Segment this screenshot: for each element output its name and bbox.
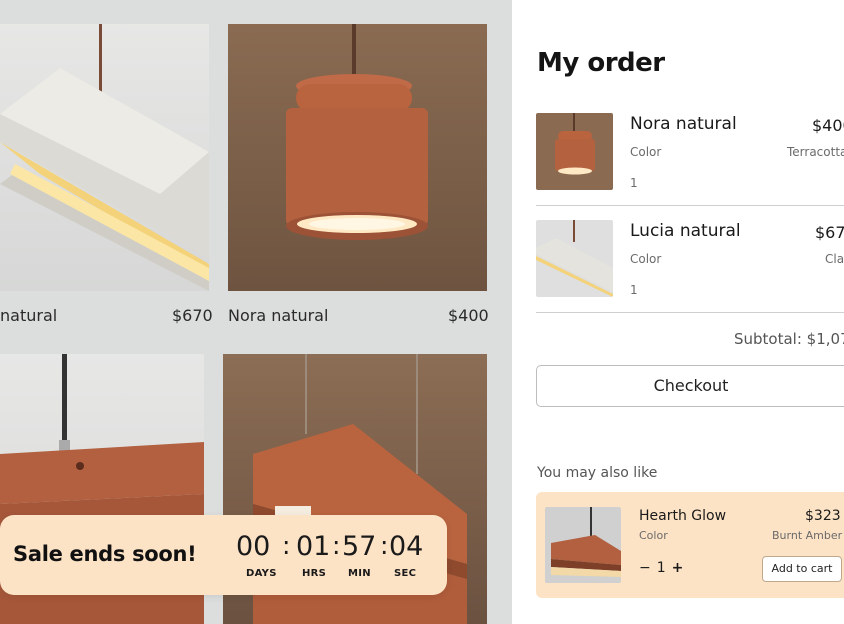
timer-days: 00 xyxy=(236,531,271,562)
timer-label-days: DAYS xyxy=(246,568,277,579)
recommended-item-name[interactable]: Hearth Glow xyxy=(639,508,726,524)
order-item-color-label: Color xyxy=(630,145,662,159)
quantity-value: 1 xyxy=(656,560,666,576)
order-panel: My order Nora natural $400 Color Terraco… xyxy=(512,0,844,624)
order-subtotal: Subtotal: $1,070 xyxy=(734,330,844,348)
order-item-quantity: 1 xyxy=(630,283,638,297)
recommended-item-color-label: Color xyxy=(639,529,668,542)
order-item-color-label: Color xyxy=(630,252,662,266)
recommended-item-price: $323 xyxy=(805,508,841,524)
product-name[interactable]: natural xyxy=(0,306,57,325)
terracotta-pendant-lamp-image xyxy=(286,24,428,240)
order-item-thumbnail[interactable] xyxy=(536,113,613,190)
checkout-button[interactable]: Checkout xyxy=(536,365,844,407)
recommended-item-card: Hearth Glow $323 Color Burnt Amber −1 + A… xyxy=(536,492,844,598)
divider xyxy=(536,205,844,206)
order-item-color-value: Terracotta xyxy=(787,145,844,159)
recommended-item-thumbnail[interactable] xyxy=(545,507,621,583)
order-item-color-value: Clay xyxy=(825,252,844,266)
product-image-lucia[interactable] xyxy=(0,24,209,291)
order-item-quantity: 1 xyxy=(630,176,638,190)
timer-hours: 01 xyxy=(296,531,331,562)
divider xyxy=(536,312,844,313)
add-to-cart-button[interactable]: Add to cart xyxy=(762,556,842,582)
order-item-name[interactable]: Nora natural xyxy=(630,114,737,134)
recommendations-heading: You may also like xyxy=(537,465,658,481)
stacked-terracotta-thumb xyxy=(551,507,621,577)
concrete-linear-lamp-image xyxy=(0,24,209,291)
countdown-timer: 00 : 01 : 57 : 04 DAYS HRS MIN SEC xyxy=(236,531,426,583)
recommended-item-color-value: Burnt Amber xyxy=(772,529,843,542)
order-item-thumbnail[interactable] xyxy=(536,220,613,297)
order-item-price: $400 xyxy=(812,116,844,135)
increment-button[interactable]: + xyxy=(672,560,684,576)
timer-label-seconds: SEC xyxy=(394,568,417,579)
product-name[interactable]: Nora natural xyxy=(228,306,328,325)
timer-separator: : xyxy=(380,531,389,560)
sale-text: Sale ends soon! xyxy=(13,542,197,566)
timer-separator: : xyxy=(282,531,291,560)
order-item-price: $670 xyxy=(815,223,844,242)
timer-separator: : xyxy=(332,531,341,560)
product-image-nora[interactable] xyxy=(228,24,487,291)
timer-seconds: 04 xyxy=(389,531,424,562)
timer-minutes: 57 xyxy=(342,531,377,562)
sale-banner: Sale ends soon! 00 : 01 : 57 : 04 DAYS H… xyxy=(0,515,447,595)
concrete-linear-thumb xyxy=(536,220,613,297)
page-title: My order xyxy=(537,48,665,78)
terracotta-pendant-thumb xyxy=(555,113,595,175)
product-grid: natural $670 Nora natural $400 Sale ends… xyxy=(0,0,512,624)
quantity-stepper: −1 + xyxy=(639,560,683,576)
order-item-name[interactable]: Lucia natural xyxy=(630,221,741,241)
product-price: $670 xyxy=(172,306,213,325)
decrement-button[interactable]: − xyxy=(639,560,651,576)
product-price: $400 xyxy=(448,306,489,325)
timer-label-minutes: MIN xyxy=(348,568,371,579)
timer-label-hours: HRS xyxy=(302,568,327,579)
